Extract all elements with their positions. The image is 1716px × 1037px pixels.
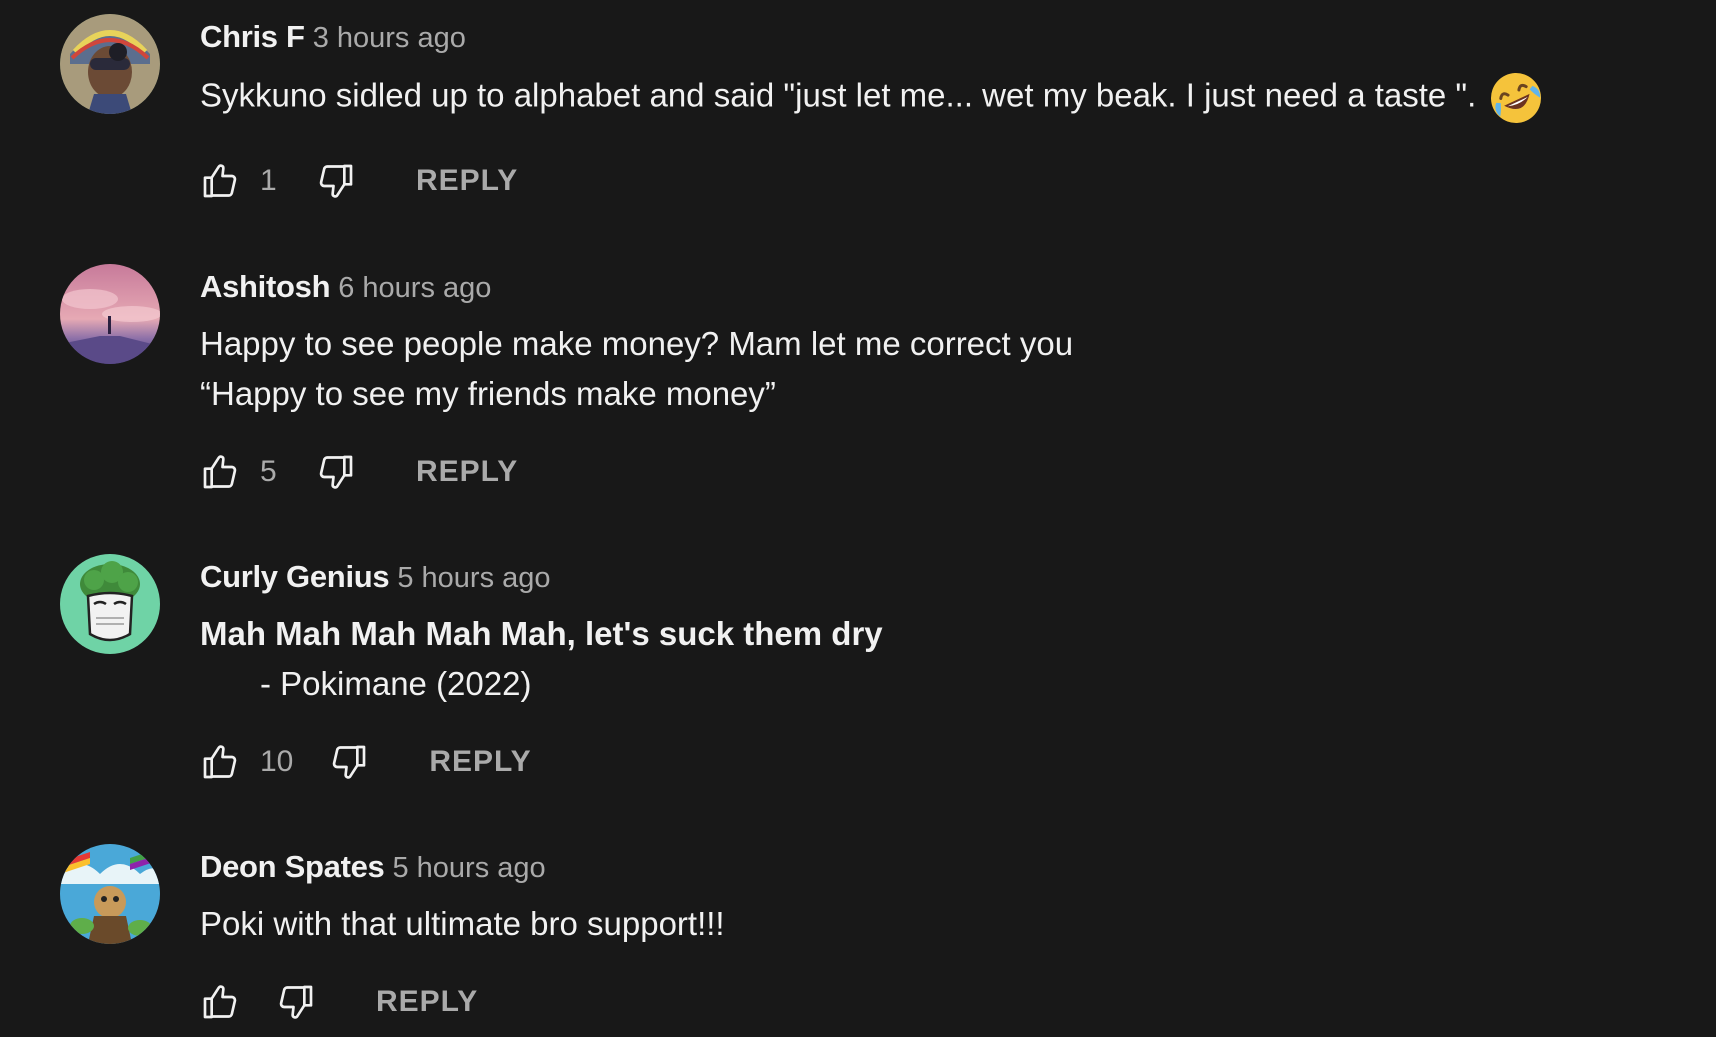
reply-button[interactable]: REPLY: [416, 455, 518, 489]
thumbs-down-icon[interactable]: [316, 161, 356, 201]
reply-button[interactable]: REPLY: [376, 985, 478, 1019]
comment-text: Sykkuno sidled up to alphabet and said "…: [200, 70, 1544, 126]
avatar[interactable]: [60, 14, 160, 114]
comment-timestamp[interactable]: 3 hours ago: [313, 22, 466, 54]
comment-text-line: Happy to see people make money? Mam let …: [200, 325, 1074, 362]
rolling-on-floor-laughing-emoji: [1488, 70, 1544, 126]
comment-actions: 10 REPLY: [200, 737, 532, 787]
reply-button[interactable]: REPLY: [429, 745, 531, 779]
comment-text: Poki with that ultimate bro support!!!: [200, 899, 725, 949]
comment-actions: 5 REPLY: [200, 447, 518, 497]
thumbs-down-icon[interactable]: [316, 452, 356, 492]
comment-text-line: Sykkuno sidled up to alphabet and said "…: [200, 70, 1544, 126]
comment-text-line: Poki with that ultimate bro support!!!: [200, 905, 725, 942]
comment-timestamp[interactable]: 6 hours ago: [338, 272, 491, 304]
comment-author[interactable]: Ashitosh: [200, 269, 331, 304]
comment-author[interactable]: Chris F: [200, 19, 305, 54]
avatar[interactable]: [60, 264, 160, 364]
thumbs-down-icon[interactable]: [329, 742, 369, 782]
comment-author[interactable]: Deon Spates: [200, 849, 385, 884]
comment-text-line: “Happy to see my friends make money”: [200, 375, 776, 412]
like-count: 10: [260, 745, 294, 778]
comment-actions: 1 REPLY: [200, 156, 518, 206]
comment-timestamp[interactable]: 5 hours ago: [397, 562, 550, 594]
comment-text: Happy to see people make money? Mam let …: [200, 319, 1073, 419]
thumbs-up-icon[interactable]: [200, 982, 240, 1022]
comment-text-line: - Pokimane (2022): [260, 665, 532, 702]
comment-text: Mah Mah Mah Mah Mah, let's suck them dry…: [200, 609, 883, 709]
comment-header: Chris F3 hours ago: [200, 18, 466, 62]
comment-header: Curly Genius 5 hours ago: [200, 558, 551, 602]
comment-header: Ashitosh 6 hours ago: [200, 268, 491, 312]
comment-author[interactable]: Curly Genius: [200, 559, 390, 594]
reply-button[interactable]: REPLY: [416, 164, 518, 198]
avatar[interactable]: [60, 844, 160, 944]
like-count: 5: [260, 455, 277, 488]
thumbs-up-icon[interactable]: [200, 452, 240, 492]
comment-text-line: Mah Mah Mah Mah Mah, let's suck them dry: [200, 615, 883, 652]
comment-header: Deon Spates 5 hours ago: [200, 848, 546, 892]
thumbs-down-icon[interactable]: [276, 982, 316, 1022]
thumbs-up-icon[interactable]: [200, 161, 240, 201]
like-count: 1: [260, 164, 277, 197]
thumbs-up-icon[interactable]: [200, 742, 240, 782]
comment-timestamp[interactable]: 5 hours ago: [392, 852, 545, 884]
comment-actions: REPLY: [200, 977, 478, 1027]
avatar[interactable]: [60, 554, 160, 654]
